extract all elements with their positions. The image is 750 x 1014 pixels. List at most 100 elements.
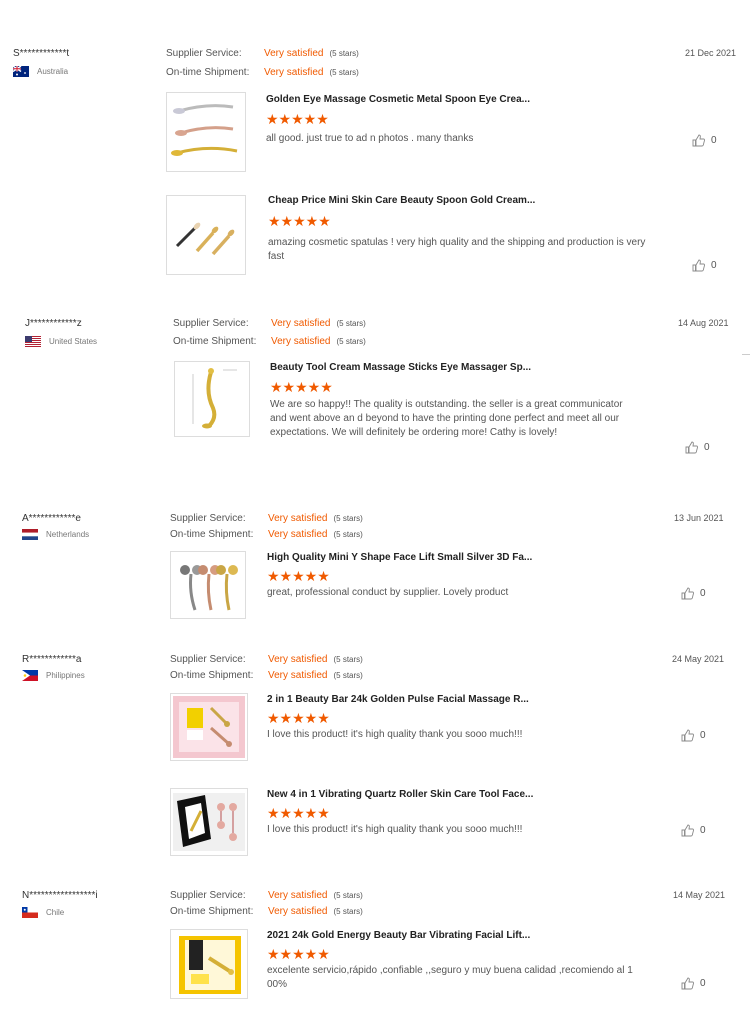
supplier-service-stars: (5 stars) [333, 891, 363, 900]
country-label: Philippines [46, 671, 85, 680]
product-title[interactable]: Beauty Tool Cream Massage Sticks Eye Mas… [270, 362, 531, 373]
supplier-service-label: Supplier Service: [170, 890, 246, 901]
reviewer-name: R************a [22, 654, 82, 665]
ontime-shipment-value: Very satisfied [268, 670, 328, 681]
supplier-service-value: Very satisfied [271, 318, 331, 329]
supplier-service-value: Very satisfied [268, 654, 328, 665]
review-comment: I love this product! it's high quality t… [267, 824, 523, 835]
country-label: Netherlands [46, 530, 90, 539]
ontime-shipment-row: On-time Shipment: Very satisfied (5 stars) [170, 529, 363, 540]
ontime-shipment-label: On-time Shipment: [170, 906, 254, 917]
supplier-service-row: Supplier Service: Very satisfied (5 stars) [170, 890, 363, 901]
product-thumbnail[interactable] [170, 551, 246, 619]
ontime-shipment-value: Very satisfied [264, 67, 324, 78]
thumbs-up-icon [681, 977, 694, 990]
supplier-service-row: Supplier Service: Very satisfied (5 stars) [166, 48, 359, 59]
thumbs-up-icon [681, 824, 694, 837]
country-label: United States [49, 337, 98, 346]
like-count: 0 [711, 135, 717, 146]
like-button[interactable]: 0 [692, 259, 717, 272]
product-thumbnail[interactable] [170, 788, 248, 856]
flag-australia-icon [13, 66, 29, 77]
product-thumbnail[interactable] [170, 929, 248, 999]
product-thumbnail[interactable] [166, 92, 246, 172]
reviewer-name: A************e [22, 513, 81, 524]
rating-stars: ★★★★★ [268, 213, 331, 229]
flag-netherlands-icon [22, 529, 38, 540]
reviewer-country: Australia [13, 66, 68, 77]
country-label: Australia [37, 67, 69, 76]
reviewer-country: United States [25, 336, 97, 347]
like-count: 0 [700, 825, 706, 836]
like-count: 0 [704, 442, 710, 453]
like-count: 0 [700, 588, 706, 599]
ontime-shipment-stars: (5 stars) [333, 907, 363, 916]
scroll-edge-mark [742, 354, 750, 355]
supplier-service-label: Supplier Service: [170, 654, 246, 665]
like-button[interactable]: 0 [685, 441, 710, 454]
ontime-shipment-label: On-time Shipment: [173, 336, 257, 347]
product-thumbnail[interactable] [170, 693, 248, 761]
reviewer-country: Chile [22, 907, 64, 918]
supplier-service-value: Very satisfied [268, 513, 328, 524]
ontime-shipment-label: On-time Shipment: [170, 670, 254, 681]
supplier-service-label: Supplier Service: [170, 513, 246, 524]
rating-stars: ★★★★★ [267, 805, 330, 821]
like-button[interactable]: 0 [681, 824, 706, 837]
like-button[interactable]: 0 [681, 977, 706, 990]
review-comment: excelente servicio,rápido ,confiable ,,s… [267, 965, 633, 990]
review-date: 13 Jun 2021 [674, 513, 724, 523]
review-comment: all good. just true to ad n photos . man… [266, 133, 474, 144]
product-title[interactable]: Golden Eye Massage Cosmetic Metal Spoon … [266, 94, 530, 105]
review-comment: We are so happy!! The quality is outstan… [270, 399, 623, 438]
product-title[interactable]: Cheap Price Mini Skin Care Beauty Spoon … [268, 195, 535, 206]
ontime-shipment-row: On-time Shipment: Very satisfied (5 stars) [170, 670, 363, 681]
product-title[interactable]: 2021 24k Gold Energy Beauty Bar Vibratin… [267, 930, 530, 941]
rating-stars: ★★★★★ [267, 946, 330, 962]
flag-united-states-icon [25, 336, 41, 347]
like-count: 0 [700, 978, 706, 989]
thumbs-up-icon [692, 134, 705, 147]
product-title[interactable]: High Quality Mini Y Shape Face Lift Smal… [267, 552, 532, 563]
supplier-service-stars: (5 stars) [336, 319, 366, 328]
reviewer-name: J************z [25, 318, 82, 329]
review-date: 24 May 2021 [672, 654, 725, 664]
supplier-service-value: Very satisfied [264, 48, 324, 59]
like-count: 0 [700, 730, 706, 741]
ontime-shipment-stars: (5 stars) [336, 337, 366, 346]
rating-stars: ★★★★★ [270, 379, 333, 395]
ontime-shipment-stars: (5 stars) [333, 530, 363, 539]
rating-stars: ★★★★★ [266, 111, 329, 127]
product-thumbnail[interactable] [166, 195, 246, 275]
reviewer-name: S************t [13, 48, 70, 59]
supplier-service-label: Supplier Service: [173, 318, 249, 329]
reviewer-country: Netherlands [22, 529, 89, 540]
reviewer-country: Philippines [22, 670, 85, 681]
reviewer-name: N*****************i [22, 890, 98, 901]
like-button[interactable]: 0 [681, 587, 706, 600]
thumbs-up-icon [681, 587, 694, 600]
ontime-shipment-stars: (5 stars) [329, 68, 359, 77]
supplier-service-row: Supplier Service: Very satisfied (5 stars) [170, 654, 363, 665]
like-button[interactable]: 0 [692, 134, 717, 147]
supplier-service-row: Supplier Service: Very satisfied (5 stars) [173, 318, 366, 329]
thumbs-up-icon [681, 729, 694, 742]
supplier-service-stars: (5 stars) [329, 49, 359, 58]
rating-stars: ★★★★★ [267, 710, 330, 726]
ontime-shipment-value: Very satisfied [271, 336, 331, 347]
rating-stars: ★★★★★ [267, 568, 330, 584]
like-button[interactable]: 0 [681, 729, 706, 742]
supplier-service-row: Supplier Service: Very satisfied (5 stars) [170, 513, 363, 524]
review-comment: great, professional conduct by supplier.… [267, 587, 509, 598]
thumbs-up-icon [685, 441, 698, 454]
ontime-shipment-row: On-time Shipment: Very satisfied (5 stars) [173, 336, 366, 347]
product-thumbnail[interactable] [174, 361, 250, 437]
ontime-shipment-value: Very satisfied [268, 906, 328, 917]
supplier-service-stars: (5 stars) [333, 514, 363, 523]
thumbs-up-icon [692, 259, 705, 272]
product-title[interactable]: New 4 in 1 Vibrating Quartz Roller Skin … [267, 789, 533, 800]
review-date: 14 Aug 2021 [678, 318, 729, 328]
product-title[interactable]: 2 in 1 Beauty Bar 24k Golden Pulse Facia… [267, 694, 529, 705]
ontime-shipment-value: Very satisfied [268, 529, 328, 540]
flag-chile-icon [22, 907, 38, 918]
